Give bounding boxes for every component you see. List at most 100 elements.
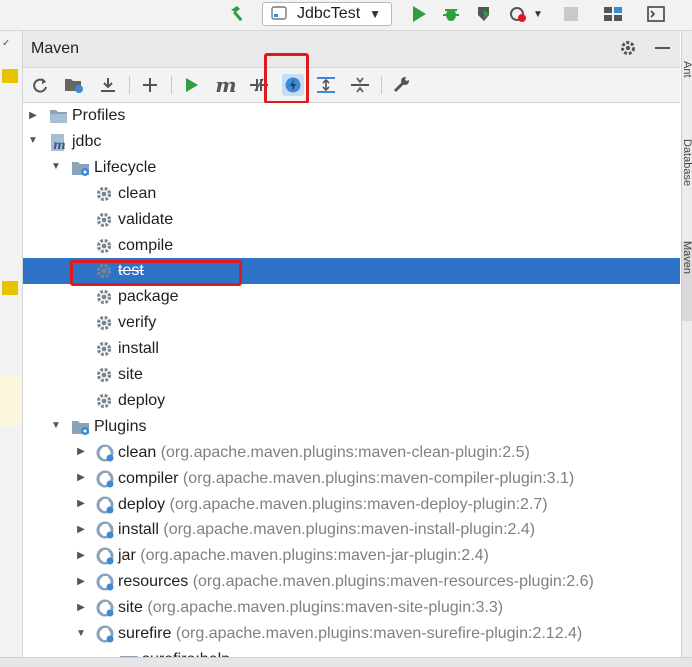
tree-row-package[interactable]: package	[23, 284, 680, 310]
tree-row-label: install	[118, 340, 159, 358]
tree-row-clean[interactable]: clean	[23, 181, 680, 207]
collapse-all-icon[interactable]	[349, 74, 371, 96]
gear-icon	[95, 185, 113, 203]
tree-row-label: clean	[118, 185, 156, 203]
folder-gear-icon	[71, 159, 89, 177]
tree-row-label: site (org.apache.maven.plugins:maven-sit…	[118, 599, 503, 617]
chevron-down-icon[interactable]: ▼	[51, 419, 61, 433]
tree-row-label: package	[118, 288, 179, 306]
side-tab-maven[interactable]: Maven	[682, 241, 692, 321]
side-tab-ant[interactable]: Ant	[682, 61, 692, 101]
tree-row-plugin-resources[interactable]: ▶ resources (org.apache.maven.plugins:mav…	[23, 569, 680, 595]
chevron-down-icon[interactable]: ▼	[76, 626, 86, 640]
show-dependencies-icon[interactable]	[315, 74, 337, 96]
tree-row-label: deploy (org.apache.maven.plugins:maven-d…	[118, 496, 548, 514]
tree-row-label: Plugins	[94, 418, 146, 436]
gear-icon	[95, 340, 113, 358]
chevron-down-icon[interactable]: ▼	[531, 3, 545, 25]
settings-wrench-icon[interactable]	[391, 74, 413, 96]
maven-module-icon: m	[49, 133, 67, 152]
tree-node-name: compiler	[118, 469, 179, 487]
maven-project-tree: ▶ Profiles ▼ m jdbc ▼ Lifecycle clean validate co…	[23, 103, 680, 666]
tree-row-install[interactable]: install	[23, 336, 680, 362]
download-icon[interactable]	[97, 74, 119, 96]
chevron-down-icon[interactable]: ▼	[51, 160, 61, 174]
tree-row-plugin-compiler[interactable]: ▶ compiler (org.apache.maven.plugins:mave…	[23, 466, 680, 492]
tree-node-coordinates: (org.apache.maven.plugins:maven-surefire…	[175, 625, 583, 642]
add-project-icon[interactable]	[63, 74, 85, 96]
tree-row-label: validate	[118, 211, 173, 229]
tree-node-name: install	[118, 340, 159, 358]
tree-row-plugin-deploy[interactable]: ▶ deploy (org.apache.maven.plugins:maven-…	[23, 492, 680, 518]
tree-row-label: jar (org.apache.maven.plugins:maven-jar-…	[118, 547, 489, 565]
maven-goal-icon[interactable]: m	[215, 73, 237, 97]
tree-row-plugin-surefire[interactable]: ▼ surefire (org.apache.maven.plugins:mave…	[23, 621, 680, 647]
tree-node-coordinates: (org.apache.maven.plugins:maven-install-…	[163, 521, 536, 539]
tree-node-name: validate	[118, 210, 174, 228]
chevron-down-icon[interactable]: ▼	[28, 134, 38, 148]
coverage-icon[interactable]	[473, 3, 495, 25]
debug-icon[interactable]	[440, 3, 462, 25]
highlight-box-test	[70, 260, 242, 286]
maven-tool-window-header: Maven	[23, 31, 680, 68]
tree-node-name: package	[118, 288, 179, 306]
run-icon[interactable]	[181, 74, 203, 96]
plugin-icon	[95, 496, 114, 514]
folder-gear-icon	[71, 418, 89, 436]
run-config-name: JdbcTest	[297, 5, 361, 22]
gear-icon	[95, 288, 113, 306]
chevron-right-icon[interactable]: ▶	[28, 108, 38, 122]
tree-row-verify[interactable]: verify	[23, 310, 680, 336]
stop-icon[interactable]	[560, 3, 582, 25]
chevron-right-icon[interactable]: ▶	[76, 574, 86, 588]
reload-icon[interactable]	[29, 74, 51, 96]
gear-icon	[95, 211, 113, 229]
gear-icon	[95, 392, 113, 410]
tree-row-plugin-install[interactable]: ▶ install (org.apache.maven.plugins:maven…	[23, 517, 680, 543]
tree-row-label: compiler (org.apache.maven.plugins:maven…	[118, 470, 574, 488]
run-icon[interactable]	[408, 3, 430, 25]
ide-toolbar: JdbcTest ▼ ▼	[0, 0, 692, 31]
toolbar-separator	[381, 76, 382, 94]
side-tab-database[interactable]: Database	[682, 139, 692, 224]
tree-node-name: surefire	[118, 625, 172, 642]
tree-row-jdbc[interactable]: ▼ m jdbc	[23, 129, 680, 155]
tree-row-deploy[interactable]: deploy	[23, 388, 680, 414]
toolbar-separator	[171, 76, 172, 94]
tree-row-plugins[interactable]: ▼ Plugins	[23, 414, 680, 440]
run-configuration-select[interactable]: JdbcTest ▼	[262, 2, 392, 26]
tree-row-validate[interactable]: validate	[23, 207, 680, 233]
tree-row-plugin-clean[interactable]: ▶ clean (org.apache.maven.plugins:maven-c…	[23, 440, 680, 466]
tree-row-label: surefire (org.apache.maven.plugins:maven…	[118, 625, 582, 643]
chevron-right-icon[interactable]: ▶	[76, 471, 86, 485]
tree-row-lifecycle[interactable]: ▼ Lifecycle	[23, 155, 680, 181]
tree-node-name: install	[118, 521, 159, 539]
minimize-icon[interactable]	[655, 47, 670, 49]
tree-node-coordinates: (org.apache.maven.plugins:maven-site-plu…	[147, 599, 504, 617]
add-icon[interactable]	[139, 74, 161, 96]
chevron-right-icon[interactable]: ▶	[76, 445, 86, 459]
tree-row-profiles[interactable]: ▶ Profiles	[23, 103, 680, 129]
tree-row-plugin-site[interactable]: ▶ site (org.apache.maven.plugins:maven-si…	[23, 595, 680, 621]
chevron-right-icon[interactable]: ▶	[76, 522, 86, 536]
right-tool-strip: Ant Database Maven	[681, 31, 692, 666]
tree-row-label: clean (org.apache.maven.plugins:maven-cl…	[118, 444, 530, 462]
tree-node-name: deploy	[118, 391, 166, 409]
project-structure-icon[interactable]	[602, 3, 624, 25]
chevron-down-icon: ✓	[2, 38, 11, 49]
tree-node-name: clean	[118, 443, 157, 461]
tree-row-plugin-jar[interactable]: ▶ jar (org.apache.maven.plugins:maven-jar…	[23, 543, 680, 569]
tree-row-compile[interactable]: compile	[23, 233, 680, 259]
tree-node-coordinates: (org.apache.maven.plugins:maven-compiler…	[182, 469, 575, 487]
hammer-icon[interactable]	[226, 3, 248, 25]
tree-row-site[interactable]: site	[23, 362, 680, 388]
gear-icon[interactable]	[619, 39, 637, 62]
chevron-right-icon[interactable]: ▶	[76, 497, 86, 511]
chevron-right-icon[interactable]: ▶	[76, 548, 86, 562]
chevron-right-icon[interactable]: ▶	[76, 600, 86, 614]
tree-node-coordinates: (org.apache.maven.plugins:maven-resource…	[192, 573, 594, 591]
profile-icon[interactable]	[507, 3, 529, 25]
gear-icon	[95, 314, 113, 332]
terminal-icon[interactable]	[645, 3, 667, 25]
tree-row-label: install (org.apache.maven.plugins:maven-…	[118, 521, 535, 539]
